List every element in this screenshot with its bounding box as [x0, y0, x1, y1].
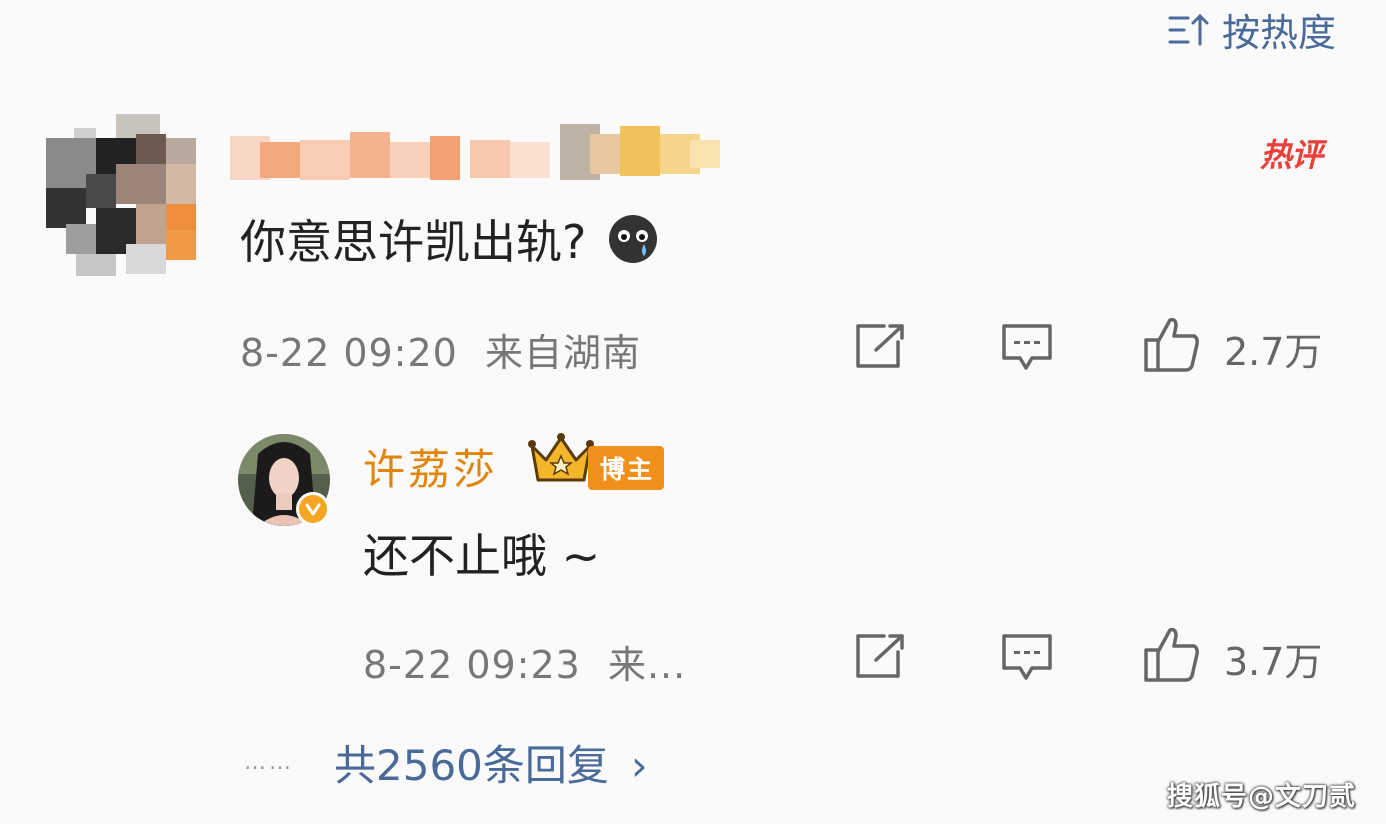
sweat-crying-emoji-icon: [608, 214, 658, 264]
reply-location: 来...: [607, 643, 687, 687]
divider-dots: ……: [244, 750, 294, 775]
more-replies-row: …… 共2560条回复 ›: [244, 732, 648, 793]
hot-comment-badge: 热评: [1259, 136, 1323, 174]
comment-location: 来自湖南: [484, 331, 641, 375]
repost-button[interactable]: [854, 322, 908, 370]
comment-date: 8-22 09:20: [240, 331, 458, 375]
comment-body: 你意思许凯出轨?: [240, 206, 658, 272]
comment-meta: 8-22 09:20 来自湖南: [240, 322, 641, 377]
sort-by-heat-button[interactable]: 按热度: [1168, 2, 1336, 57]
repost-icon: [854, 322, 908, 370]
thumbs-up-icon: [1142, 624, 1202, 693]
sort-icon: [1168, 10, 1212, 50]
sort-label: 按热度: [1221, 11, 1336, 55]
watermark: 搜狐号@文刀贰: [1166, 782, 1356, 812]
reply-like-count: 3.7万: [1224, 640, 1323, 684]
reply-text: 还不止哦 ~: [363, 529, 601, 583]
reply-repost-button[interactable]: [854, 632, 908, 680]
view-all-replies-label: 共2560条回复: [334, 741, 609, 790]
reply-reply-button[interactable]: [1000, 632, 1054, 684]
reply-date: 8-22 09:23: [363, 643, 581, 687]
reply-meta: 8-22 09:23 来...: [363, 634, 686, 689]
comment-icon: [1000, 632, 1054, 684]
commenter-avatar[interactable]: [46, 114, 196, 276]
reply-like-button[interactable]: 3.7万: [1142, 624, 1322, 693]
crown-icon: [528, 432, 594, 488]
like-button[interactable]: 2.7万: [1142, 314, 1322, 383]
thumbs-up-icon: [1142, 314, 1202, 383]
chevron-right-icon: ›: [630, 741, 648, 790]
verified-badge-icon: [296, 492, 330, 526]
reply-button[interactable]: [1000, 322, 1054, 374]
like-count: 2.7万: [1224, 330, 1323, 374]
blogger-badge: 博主: [588, 446, 665, 490]
repost-icon: [854, 632, 908, 680]
commenter-name[interactable]: [230, 112, 720, 188]
comment-text: 你意思许凯出轨?: [240, 215, 587, 269]
view-all-replies-link[interactable]: 共2560条回复 ›: [334, 732, 648, 793]
comment-icon: [1000, 322, 1054, 374]
blogger-name[interactable]: 许荔莎: [363, 436, 498, 497]
